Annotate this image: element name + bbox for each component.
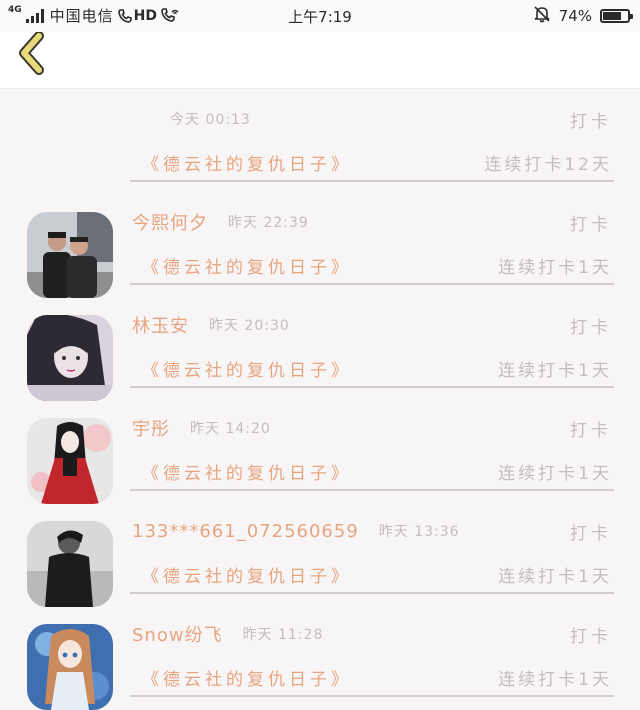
status-bar: 4G 中国电信 HD 上午7:19 74%	[0, 0, 640, 32]
checkin-tag: 打卡	[570, 111, 612, 132]
checkin-tag: 打卡	[570, 420, 612, 441]
timestamp: 昨天 13:36	[378, 524, 460, 540]
header	[0, 31, 640, 89]
list-item[interactable]: Snow纷飞 昨天 11:28 打卡 《德云社的复仇日子》 连续打卡1天	[0, 604, 640, 710]
book-title-link[interactable]: 《德云社的复仇日子》	[142, 150, 352, 175]
avatar[interactable]	[27, 315, 113, 401]
divider	[130, 386, 614, 388]
book-title-link[interactable]: 《德云社的复仇日子》	[142, 665, 352, 690]
battery-fill	[603, 12, 621, 20]
avatar[interactable]	[27, 212, 113, 298]
checkin-tag: 打卡	[570, 214, 612, 235]
avatar-two-men-photo	[27, 212, 113, 298]
avatar[interactable]	[27, 521, 113, 607]
divider	[130, 695, 614, 697]
avatar[interactable]	[27, 624, 113, 710]
list-item[interactable]: 今熙何夕 昨天 22:39 打卡 《德云社的复仇日子》 连续打卡1天	[0, 192, 640, 298]
streak-count: 连续打卡1天	[498, 566, 612, 587]
avatar-anime-girl-blue	[27, 624, 113, 710]
list-item[interactable]: 133***661_072560659 昨天 13:36 打卡 《德云社的复仇日…	[0, 501, 640, 607]
user-name[interactable]: 宇彤	[132, 415, 170, 441]
mute-bell-icon	[533, 5, 551, 27]
streak-count: 连续打卡1天	[498, 669, 612, 690]
timestamp: 昨天 14:20	[190, 421, 271, 437]
book-title-link[interactable]: 《德云社的复仇日子》	[142, 356, 352, 381]
timestamp: 昨天 11:28	[242, 627, 324, 643]
streak-count: 连续打卡1天	[498, 257, 612, 278]
user-name[interactable]: 133***661_072560659	[132, 521, 359, 542]
avatar[interactable]	[27, 418, 113, 504]
divider	[130, 283, 614, 285]
streak-count: 连续打卡1天	[498, 360, 612, 381]
streak-count: 连续打卡1天	[498, 463, 612, 484]
timestamp: 昨天 22:39	[228, 215, 309, 231]
list-item[interactable]: 宇彤 昨天 14:20 打卡 《德云社的复仇日子》 连续打卡1天	[0, 398, 640, 504]
checkin-tag: 打卡	[570, 626, 612, 647]
user-name[interactable]: Snow纷飞	[132, 621, 223, 647]
list-item[interactable]: 今天 00:13 打卡 《德云社的复仇日子》 连续打卡12天	[0, 89, 640, 192]
chevron-left-icon	[19, 31, 44, 75]
battery-percent: 74%	[558, 7, 592, 25]
timestamp: 今天 00:13	[170, 112, 251, 128]
timestamp: 昨天 20:30	[209, 318, 290, 334]
user-name[interactable]: 今熙何夕	[132, 209, 208, 235]
divider	[130, 489, 614, 491]
avatar-girl-portrait	[27, 315, 113, 401]
avatar-anime-girl-red	[27, 418, 113, 504]
streak-count: 连续打卡12天	[484, 154, 612, 175]
status-right: 74%	[533, 5, 633, 27]
checkin-list: 今天 00:13 打卡 《德云社的复仇日子》 连续打卡12天 今熙何夕 昨天 2…	[0, 89, 640, 710]
book-title-link[interactable]: 《德云社的复仇日子》	[142, 459, 352, 484]
back-button[interactable]	[14, 31, 58, 84]
user-name[interactable]: 林玉安	[132, 312, 189, 338]
checkin-tag: 打卡	[570, 317, 612, 338]
book-title-link[interactable]: 《德云社的复仇日子》	[142, 253, 352, 278]
book-title-link[interactable]: 《德云社的复仇日子》	[142, 562, 352, 587]
battery-icon	[600, 9, 633, 23]
divider	[130, 180, 614, 182]
avatar-man-bw	[27, 521, 113, 607]
list-item[interactable]: 林玉安 昨天 20:30 打卡 《德云社的复仇日子》 连续打卡1天	[0, 295, 640, 401]
divider	[130, 592, 614, 594]
checkin-tag: 打卡	[570, 523, 612, 544]
